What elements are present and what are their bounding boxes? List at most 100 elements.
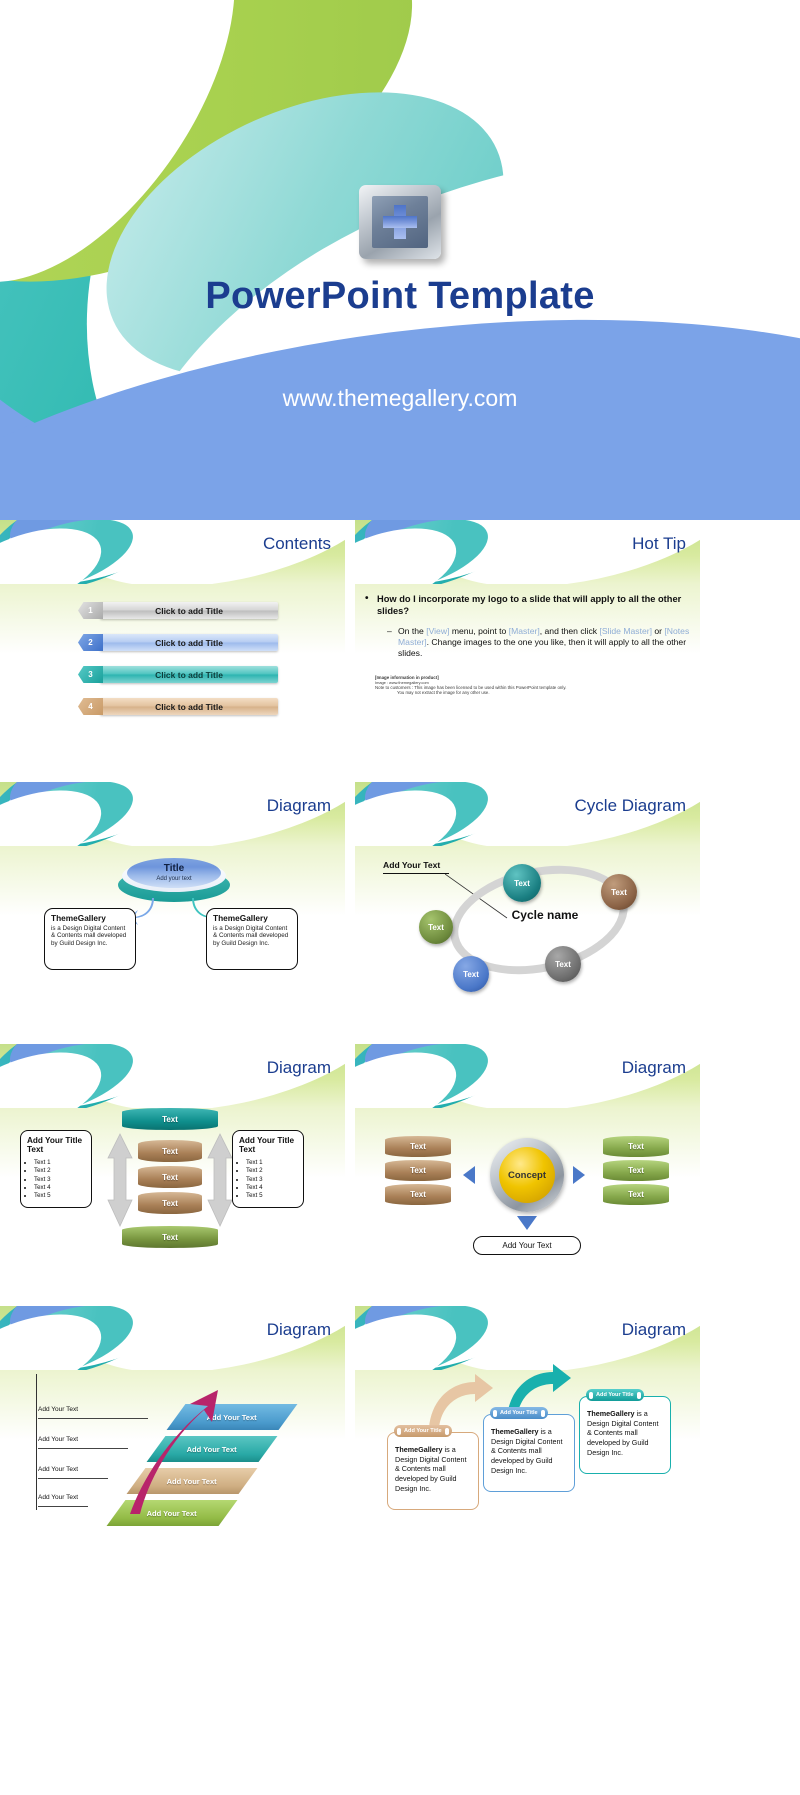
- slab-leader-4: [38, 1506, 88, 1507]
- slide-title: Contents: [262, 534, 331, 553]
- cycle-node-1[interactable]: Text: [503, 864, 541, 902]
- cycle-node-label: Text: [555, 959, 571, 969]
- cylinder-mid-3[interactable]: Text: [138, 1192, 202, 1214]
- slide-body: Text Text Text Text Text Text Concept Ad…: [355, 1108, 700, 1284]
- box-heading: ThemeGallery: [213, 913, 268, 923]
- cylinder-label: Text: [628, 1142, 644, 1151]
- side-box-item: Text 1: [246, 1159, 299, 1167]
- side-box-item: Text 3: [34, 1176, 87, 1184]
- cylinder-mid-2[interactable]: Text: [138, 1166, 202, 1188]
- side-box-item: Text 2: [34, 1167, 87, 1175]
- arrow-down-icon: [517, 1216, 537, 1230]
- cycle-node-2[interactable]: Text: [601, 874, 637, 910]
- slide-title: Diagram: [266, 1320, 331, 1339]
- slab-label-4: Add Your Text: [38, 1494, 78, 1501]
- image-info-notes: [Image information in product] Image : w…: [375, 675, 694, 695]
- cylinder-top[interactable]: Text: [122, 1108, 218, 1130]
- tab-card-3-text: ThemeGallery is a Design Digital Content…: [587, 1409, 664, 1458]
- side-box-right[interactable]: Add Your Title Text Text 1 Text 2 Text 3…: [232, 1130, 304, 1208]
- concept-label: Concept: [508, 1169, 546, 1181]
- side-box-heading: Add Your Title Text: [239, 1136, 295, 1155]
- tab-card-3-tab: Add Your Title: [586, 1389, 644, 1401]
- slide-body: How do I incorporate my logo to a slide …: [355, 584, 700, 760]
- list-item-number: 2: [78, 634, 103, 651]
- list-item-label: Click to add Title: [100, 634, 278, 651]
- side-box-item: Text 3: [246, 1176, 299, 1184]
- list-item[interactable]: 4 Click to add Title: [78, 698, 278, 715]
- slide-title: Diagram: [621, 1320, 686, 1339]
- tab-card-3[interactable]: Add Your Title ThemeGallery is a Design …: [579, 1389, 671, 1474]
- list-item-number: 3: [78, 666, 103, 683]
- side-box-left[interactable]: Add Your Title Text Text 1 Text 2 Text 3…: [20, 1130, 92, 1208]
- side-box-item: Text 4: [246, 1184, 299, 1192]
- cycle-node-label: Text: [463, 969, 479, 979]
- slide-title: Diagram: [621, 1058, 686, 1077]
- answer-part: , and then click: [539, 626, 600, 637]
- slide-body: Text Text Text Text Text Add Your Title: [0, 1108, 345, 1284]
- cylinder-label: Text: [162, 1172, 178, 1182]
- plus-badge-icon: [359, 185, 441, 259]
- tab-card-2-heading: ThemeGallery: [491, 1427, 539, 1436]
- cylinder-mid-1[interactable]: Text: [138, 1140, 202, 1162]
- tab-card-1[interactable]: Add Your Title ThemeGallery is a Design …: [387, 1425, 479, 1510]
- slide-body: Add Your Text Cycle name Text Text Text …: [355, 846, 700, 1022]
- cylinder-bottom[interactable]: Text: [122, 1226, 218, 1248]
- cylinder-label: Text: [410, 1166, 426, 1175]
- list-item-label: Click to add Title: [100, 666, 278, 683]
- left-cylinder-1[interactable]: Text: [385, 1136, 451, 1157]
- plus-icon: [383, 205, 417, 239]
- slide-title: Diagram: [266, 1058, 331, 1077]
- concept-ring[interactable]: Concept: [490, 1138, 564, 1212]
- arrow-right-icon: [573, 1166, 585, 1184]
- slide-hot-tip: Hot Tip How do I incorporate my logo to …: [355, 520, 700, 760]
- slab-axis: [36, 1374, 37, 1510]
- slide-title: Hot Tip: [632, 534, 686, 553]
- hot-tip-answer: On the [View] menu, point to [Master], a…: [387, 626, 694, 659]
- tab-card-3-heading: ThemeGallery: [587, 1409, 635, 1418]
- side-box-item: Text 5: [34, 1192, 87, 1200]
- right-cylinder-3[interactable]: Text: [603, 1184, 669, 1205]
- cycle-callout-underline: [383, 873, 449, 874]
- slide-row-1: Contents 1 Click to add Title 2 Click to…: [0, 520, 800, 760]
- hot-tip-body: How do I incorporate my logo to a slide …: [365, 593, 694, 695]
- right-cylinder-2[interactable]: Text: [603, 1160, 669, 1181]
- tab-card-1-text: ThemeGallery is a Design Digital Content…: [395, 1445, 472, 1494]
- cycle-node-3[interactable]: Text: [419, 910, 453, 944]
- slide-body: 1 Click to add Title 2 Click to add Titl…: [0, 584, 345, 760]
- cycle-node-label: Text: [428, 922, 444, 932]
- slide-row-2: Diagram Title Add your text ThemeGallery…: [0, 782, 800, 1022]
- cycle-node-5[interactable]: Text: [545, 946, 581, 982]
- side-box-item: Text 2: [246, 1167, 299, 1175]
- slab-label-1: Add Your Text: [38, 1406, 78, 1413]
- answer-placeholder-slide-master: [Slide Master]: [599, 626, 652, 637]
- list-item-number: 4: [78, 698, 103, 715]
- side-box-list: Text 1 Text 2 Text 3 Text 4 Text 5: [246, 1159, 299, 1201]
- left-cylinder-2[interactable]: Text: [385, 1160, 451, 1181]
- cylinder-label: Text: [162, 1198, 178, 1208]
- tab-card-2-tab: Add Your Title: [490, 1407, 548, 1419]
- slide-diagram-tab-cards: Diagram Add Your Title ThemeGallery is a…: [355, 1306, 700, 1546]
- tab-card-2[interactable]: Add Your Title ThemeGallery is a Design …: [483, 1407, 575, 1492]
- diagram-box-right[interactable]: ThemeGallery is a Design Digital Content…: [206, 908, 298, 970]
- page-title: PowerPoint Template: [205, 275, 595, 317]
- answer-placeholder-master: [Master]: [508, 626, 540, 637]
- notes-line-3: You may not extract the image for any ot…: [397, 690, 490, 696]
- diagram-box-left[interactable]: ThemeGallery is a Design Digital Content…: [44, 908, 136, 970]
- list-item[interactable]: 2 Click to add Title: [78, 634, 278, 651]
- answer-part: menu, point to: [449, 626, 509, 637]
- slab-leader-3: [38, 1478, 108, 1479]
- cylinder-label: Text: [410, 1142, 426, 1151]
- slide-diagram-cylinder-stack: Diagram Text Text Text Text Text Add You…: [0, 1044, 345, 1284]
- cylinder-label: Text: [162, 1146, 178, 1156]
- arrow-left-icon: [463, 1166, 475, 1184]
- side-box-item: Text 5: [246, 1192, 299, 1200]
- title-puck[interactable]: Title Add your text: [118, 854, 230, 902]
- answer-part: . Change images to the one you like, the…: [398, 637, 687, 659]
- slide-body: Add Your Title ThemeGallery is a Design …: [355, 1364, 700, 1546]
- list-item[interactable]: 3 Click to add Title: [78, 666, 278, 683]
- bottom-pill[interactable]: Add Your Text: [473, 1236, 581, 1255]
- left-cylinder-3[interactable]: Text: [385, 1184, 451, 1205]
- cycle-node-4[interactable]: Text: [453, 956, 489, 992]
- right-cylinder-1[interactable]: Text: [603, 1136, 669, 1157]
- list-item[interactable]: 1 Click to add Title: [78, 602, 278, 619]
